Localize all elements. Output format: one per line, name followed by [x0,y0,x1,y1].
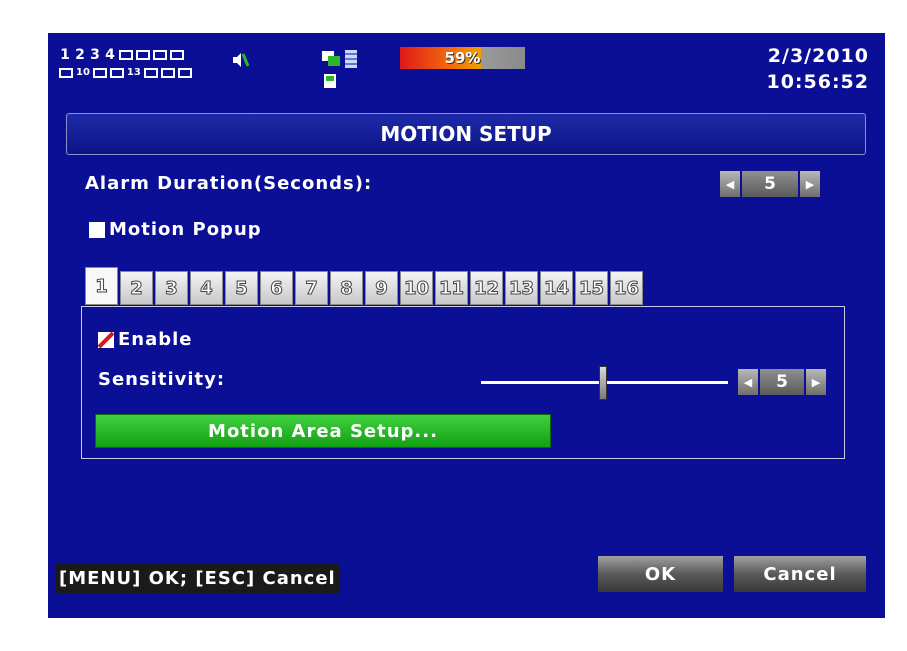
alarm-duration-value[interactable]: 5 [742,171,798,197]
channel-5-box-icon [119,50,133,60]
tab-channel-9[interactable]: 9 [365,271,398,305]
enable-option[interactable]: Enable [98,329,193,350]
tab-channel-1[interactable]: 1 [85,267,118,305]
channel-10-indicator: 10 [76,67,90,78]
audio-icon [233,53,249,67]
key-hint: [MENU] OK; [ESC] Cancel [55,563,340,593]
hdd-usage-text: 59% [444,49,481,67]
channel-9-box-icon [59,67,73,78]
tab-channel-14[interactable]: 14 [540,271,573,305]
tab-channel-10[interactable]: 10 [400,271,433,305]
tab-channel-16[interactable]: 16 [610,271,643,305]
motion-popup-label: Motion Popup [109,219,262,240]
page-title: MOTION SETUP [380,122,552,146]
motion-area-setup-button[interactable]: Motion Area Setup... [95,414,551,448]
channel-12-box-icon [109,67,124,78]
time-text: 10:56:52 [766,71,869,93]
motion-popup-option[interactable]: Motion Popup [89,219,262,240]
motion-area-setup-label: Motion Area Setup... [208,420,438,442]
tab-channel-12[interactable]: 12 [470,271,503,305]
network-icon [322,50,357,68]
channel-11-box-icon [92,67,107,78]
alarm-duration-increase-button[interactable]: ▶ [800,171,820,197]
channel-6-box-icon [136,50,150,60]
channel-16-box-icon [177,67,192,78]
tab-channel-8[interactable]: 8 [330,271,363,305]
channel-status-panel: 1 2 3 4 10 13 [59,47,192,78]
cancel-label: Cancel [763,563,837,585]
channel-1-indicator: 1 [60,47,70,63]
channel-4-indicator: 4 [105,47,115,63]
channel-row-1: 1 2 3 4 [59,47,192,63]
ok-button[interactable]: OK [598,556,723,592]
channel-8-box-icon [170,50,184,60]
tab-channel-2[interactable]: 2 [120,271,153,305]
motion-popup-checkbox[interactable] [89,221,105,238]
datetime-display: 2/3/2010 10:56:52 [766,45,869,93]
tab-channel-11[interactable]: 11 [435,271,468,305]
tab-channel-13[interactable]: 13 [505,271,538,305]
alarm-duration-label: Alarm Duration(Seconds): [85,173,373,194]
channel-13-indicator: 13 [126,67,141,78]
channel-7-box-icon [153,50,167,60]
enable-label: Enable [118,329,193,350]
enable-checkbox[interactable] [98,331,114,348]
tab-channel-6[interactable]: 6 [260,271,293,305]
sensitivity-label: Sensitivity: [98,369,226,390]
tab-channel-4[interactable]: 4 [190,271,223,305]
tab-channel-3[interactable]: 3 [155,271,188,305]
channel-tabs: 1 2 3 4 5 6 7 8 9 10 11 12 13 14 15 16 [85,267,643,305]
channel-3-indicator: 3 [90,47,100,63]
tab-channel-15[interactable]: 15 [575,271,608,305]
sensitivity-decrease-button[interactable]: ◀ [738,369,758,395]
alarm-duration-spinner: ◀ 5 ▶ [720,170,820,198]
key-hint-text: [MENU] OK; [ESC] Cancel [59,567,336,589]
ok-label: OK [644,563,677,585]
alarm-duration-decrease-button[interactable]: ◀ [720,171,740,197]
tab-channel-7[interactable]: 7 [295,271,328,305]
sensitivity-slider-thumb[interactable] [599,366,607,400]
sensitivity-spinner: ◀ 5 ▶ [738,368,826,396]
channel-row-2: 10 13 [59,67,192,78]
date-text: 2/3/2010 [767,45,869,67]
dvr-screen: 1 2 3 4 10 13 59% 2/3/2010 10:56:52 MOTI… [48,33,885,618]
channel-2-indicator: 2 [75,47,85,63]
sensitivity-value[interactable]: 5 [760,369,804,395]
cancel-button[interactable]: Cancel [734,556,866,592]
disk-icon [324,74,336,88]
tab-channel-5[interactable]: 5 [225,271,258,305]
channel-14-box-icon [143,67,158,78]
channel-15-box-icon [160,67,175,78]
hdd-usage-bar: 59% [400,47,525,69]
checkmark-icon [98,331,114,348]
sensitivity-increase-button[interactable]: ▶ [806,369,826,395]
page-title-bar: MOTION SETUP [66,113,866,155]
